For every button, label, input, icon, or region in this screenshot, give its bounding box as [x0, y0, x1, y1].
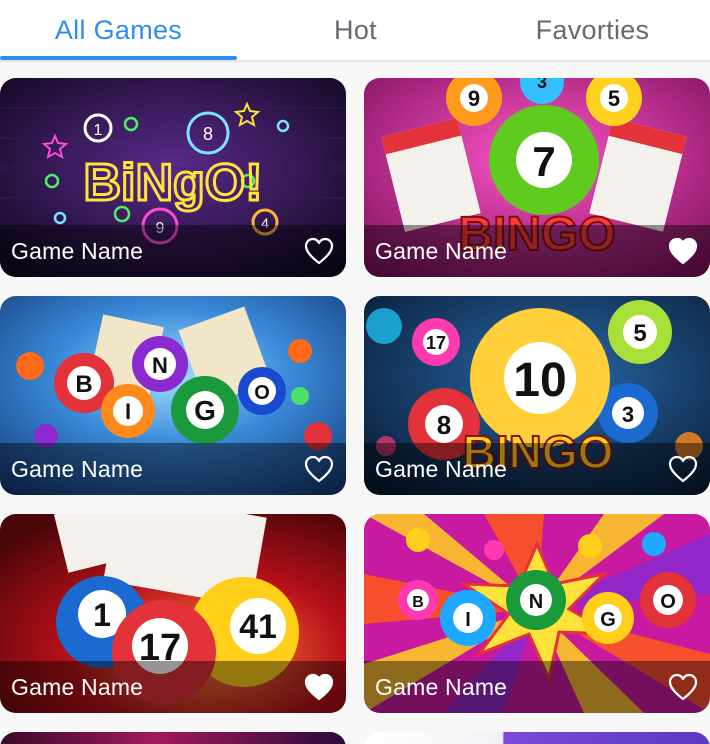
heart-outline-icon[interactable]	[304, 455, 334, 483]
svg-text:O: O	[254, 382, 270, 404]
tab-bar: All Games Hot Favorties	[0, 0, 710, 62]
svg-text:5: 5	[633, 320, 646, 347]
svg-text:N: N	[152, 353, 168, 378]
svg-text:3: 3	[537, 78, 547, 92]
game-name: Game Name	[11, 237, 144, 264]
game-card[interactable]: 17 5 8 3 10 BINGO Game Name	[364, 296, 710, 495]
heart-filled-icon[interactable]	[304, 673, 334, 701]
game-card[interactable]: 9 5 3 7 BINGO Game Name	[364, 78, 710, 277]
game-name: Game Name	[11, 673, 144, 700]
svg-text:O: O	[660, 591, 676, 613]
card-footer: Game Name	[0, 443, 346, 495]
svg-text:3: 3	[622, 402, 634, 427]
svg-text:B: B	[412, 594, 424, 611]
svg-text:7: 7	[532, 138, 555, 185]
game-card[interactable]: B N I G O Game Name	[0, 296, 346, 495]
svg-text:1: 1	[93, 597, 111, 633]
card-footer: Game Name	[364, 443, 710, 495]
svg-text:B: B	[75, 371, 92, 398]
svg-text:G: G	[194, 395, 216, 426]
svg-text:9: 9	[468, 86, 480, 111]
game-card-partial[interactable]	[0, 732, 346, 744]
tab-all-games[interactable]: All Games	[0, 0, 237, 60]
tab-favorites[interactable]: Favorties	[474, 0, 710, 60]
svg-text:N: N	[529, 591, 543, 613]
heart-outline-icon[interactable]	[668, 673, 698, 701]
svg-text:8: 8	[203, 124, 213, 144]
game-name: Game Name	[375, 237, 508, 264]
svg-text:8: 8	[437, 410, 451, 440]
heart-outline-icon[interactable]	[668, 455, 698, 483]
svg-text:I: I	[125, 399, 131, 424]
svg-text:10: 10	[513, 354, 566, 407]
heart-filled-icon[interactable]	[668, 237, 698, 265]
svg-text:41: 41	[239, 608, 277, 646]
game-name: Game Name	[11, 455, 144, 482]
active-tab-indicator	[0, 56, 237, 60]
svg-text:5: 5	[608, 86, 620, 111]
svg-text:I: I	[465, 609, 471, 631]
card-footer: Game Name	[0, 661, 346, 713]
game-name: Game Name	[375, 455, 508, 482]
game-card[interactable]: 1 8 9 4 BiNgO! Game Name	[0, 78, 346, 277]
svg-text:1: 1	[94, 122, 103, 139]
tab-hot[interactable]: Hot	[237, 0, 474, 60]
svg-text:G: G	[600, 609, 616, 631]
svg-text:17: 17	[426, 333, 446, 353]
game-card-partial[interactable]	[364, 732, 710, 744]
card-footer: Game Name	[364, 661, 710, 713]
game-card[interactable]: 1 41 17 Game Name	[0, 514, 346, 713]
svg-text:BiNgO!: BiNgO!	[83, 154, 262, 212]
card-footer: Game Name	[364, 225, 710, 277]
card-footer: Game Name	[0, 225, 346, 277]
game-name: Game Name	[375, 673, 508, 700]
heart-outline-icon[interactable]	[304, 237, 334, 265]
game-card[interactable]: B I N G O Game Name	[364, 514, 710, 713]
